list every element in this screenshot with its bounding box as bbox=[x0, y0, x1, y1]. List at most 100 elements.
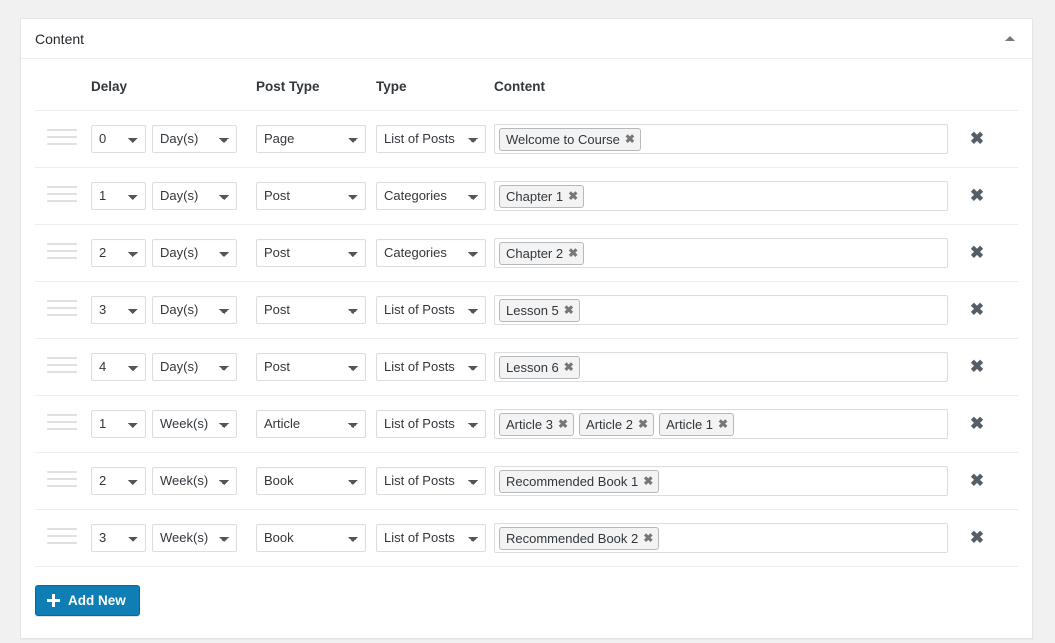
delay-value-select[interactable]: 01234 bbox=[91, 353, 146, 381]
content-tag: Lesson 6 ✖ bbox=[499, 355, 580, 379]
delay-value-select[interactable]: 01234 bbox=[91, 467, 146, 495]
post-type-select[interactable]: PagePostArticleBook bbox=[256, 467, 366, 495]
row-delete-cell: ✖ bbox=[966, 224, 1018, 282]
column-header-delay: Delay bbox=[91, 75, 256, 111]
type-select[interactable]: List of PostsCategories bbox=[376, 524, 486, 552]
delay-unit-select[interactable]: Day(s)Week(s) bbox=[152, 353, 237, 381]
drag-handle-icon[interactable] bbox=[47, 242, 77, 259]
caret-up-icon bbox=[1005, 36, 1015, 41]
drag-handle-icon[interactable] bbox=[47, 527, 77, 544]
delete-row-button[interactable]: ✖ bbox=[966, 415, 988, 432]
post-type-select[interactable]: PagePostArticleBook bbox=[256, 239, 366, 267]
type-cell: List of PostsCategories bbox=[376, 224, 494, 282]
row-handle-cell bbox=[35, 281, 91, 339]
content-tag: Article 2 ✖ bbox=[579, 412, 655, 436]
content-tag: Article 3 ✖ bbox=[499, 412, 575, 436]
content-tag: Recommended Book 2 ✖ bbox=[499, 526, 660, 550]
post-type-cell: PagePostArticleBook bbox=[256, 509, 376, 567]
remove-tag-icon[interactable]: ✖ bbox=[558, 418, 568, 430]
table-body: 01234Day(s)Week(s)PagePostArticleBookLis… bbox=[35, 110, 1018, 567]
content-tag-input[interactable]: Chapter 2 ✖ bbox=[494, 238, 948, 268]
delay-cell: 01234Day(s)Week(s) bbox=[91, 452, 256, 510]
remove-tag-icon[interactable]: ✖ bbox=[643, 475, 653, 487]
delete-row-button[interactable]: ✖ bbox=[966, 130, 988, 147]
delete-row-button[interactable]: ✖ bbox=[966, 244, 988, 261]
type-select[interactable]: List of PostsCategories bbox=[376, 125, 486, 153]
remove-tag-icon[interactable]: ✖ bbox=[568, 247, 578, 259]
remove-tag-icon[interactable]: ✖ bbox=[564, 361, 574, 373]
delay-value-select[interactable]: 01234 bbox=[91, 239, 146, 267]
content-tag-input[interactable]: Recommended Book 2 ✖ bbox=[494, 523, 948, 553]
content-tag: Chapter 1 ✖ bbox=[499, 184, 585, 208]
drag-handle-icon[interactable] bbox=[47, 470, 77, 487]
delay-value-select[interactable]: 01234 bbox=[91, 296, 146, 324]
post-type-select[interactable]: PagePostArticleBook bbox=[256, 125, 366, 153]
delay-unit-select[interactable]: Day(s)Week(s) bbox=[152, 296, 237, 324]
table-row: 01234Day(s)Week(s) PagePostArticleBook Lis… bbox=[35, 338, 1018, 396]
delay-unit-select[interactable]: Day(s)Week(s) bbox=[152, 182, 237, 210]
add-new-button[interactable]: Add New bbox=[35, 585, 140, 616]
post-type-select[interactable]: PagePostArticleBook bbox=[256, 296, 366, 324]
remove-tag-icon[interactable]: ✖ bbox=[643, 532, 653, 544]
content-tag-label: Article 3 bbox=[506, 416, 553, 432]
post-type-select[interactable]: PagePostArticleBook bbox=[256, 524, 366, 552]
delete-row-button[interactable]: ✖ bbox=[966, 529, 988, 546]
type-select[interactable]: List of PostsCategories bbox=[376, 182, 486, 210]
row-handle-cell bbox=[35, 224, 91, 282]
drag-handle-icon[interactable] bbox=[47, 128, 77, 145]
delete-row-button[interactable]: ✖ bbox=[966, 358, 988, 375]
type-select[interactable]: List of PostsCategories bbox=[376, 353, 486, 381]
post-type-select[interactable]: PagePostArticleBook bbox=[256, 410, 366, 438]
post-type-select[interactable]: PagePostArticleBook bbox=[256, 353, 366, 381]
delay-unit-select[interactable]: Day(s)Week(s) bbox=[152, 524, 237, 552]
delay-unit-select[interactable]: Day(s)Week(s) bbox=[152, 410, 237, 438]
table-row: 01234Day(s)Week(s) PagePostArticleBook Lis… bbox=[35, 281, 1018, 339]
delay-value-select[interactable]: 01234 bbox=[91, 410, 146, 438]
add-new-label: Add New bbox=[68, 593, 126, 608]
type-select[interactable]: List of PostsCategories bbox=[376, 467, 486, 495]
table-row: 01234Day(s)Week(s)PagePostArticleBookLis… bbox=[35, 110, 1018, 168]
type-select[interactable]: List of PostsCategories bbox=[376, 410, 486, 438]
column-header-content: Content bbox=[494, 75, 966, 111]
delay-cell: 01234Day(s)Week(s) bbox=[91, 509, 256, 567]
delay-unit-select[interactable]: Day(s)Week(s) bbox=[152, 467, 237, 495]
delete-row-button[interactable]: ✖ bbox=[966, 301, 988, 318]
delay-value-select[interactable]: 01234 bbox=[91, 182, 146, 210]
content-tag-input[interactable]: Lesson 5 ✖ bbox=[494, 295, 948, 325]
delay-value-select[interactable]: 01234 bbox=[91, 524, 146, 552]
remove-tag-icon[interactable]: ✖ bbox=[718, 418, 728, 430]
drag-handle-icon[interactable] bbox=[47, 185, 77, 202]
row-handle-cell bbox=[35, 509, 91, 567]
panel-collapse-toggle[interactable] bbox=[1000, 29, 1020, 49]
type-select[interactable]: List of PostsCategories bbox=[376, 296, 486, 324]
content-cell: Lesson 6 ✖ bbox=[494, 338, 966, 396]
post-type-select[interactable]: PagePostArticleBook bbox=[256, 182, 366, 210]
drag-handle-icon[interactable] bbox=[47, 356, 77, 373]
delay-cell: 01234Day(s)Week(s) bbox=[91, 110, 256, 168]
remove-tag-icon[interactable]: ✖ bbox=[625, 133, 635, 145]
row-delete-cell: ✖ bbox=[966, 167, 1018, 225]
drag-handle-icon[interactable] bbox=[47, 413, 77, 430]
plus-icon bbox=[47, 594, 60, 607]
table-row: 01234Day(s)Week(s) PagePostArticleBook Lis… bbox=[35, 224, 1018, 282]
table-row: 01234Day(s)Week(s)PagePostArticleBookLis… bbox=[35, 167, 1018, 225]
delete-row-button[interactable]: ✖ bbox=[966, 472, 988, 489]
delay-unit-select[interactable]: Day(s)Week(s) bbox=[152, 239, 237, 267]
type-cell: List of PostsCategories bbox=[376, 281, 494, 339]
delay-unit-select[interactable]: Day(s)Week(s) bbox=[152, 125, 237, 153]
content-tag-input[interactable]: Article 3 ✖ Article 2 ✖ Article 1 ✖ bbox=[494, 409, 948, 439]
delete-row-button[interactable]: ✖ bbox=[966, 187, 988, 204]
drag-handle-icon[interactable] bbox=[47, 299, 77, 316]
remove-tag-icon[interactable]: ✖ bbox=[638, 418, 648, 430]
remove-tag-icon[interactable]: ✖ bbox=[568, 190, 578, 202]
content-tag-input[interactable]: Recommended Book 1 ✖ bbox=[494, 466, 948, 496]
content-tag-input[interactable]: Chapter 1 ✖ bbox=[494, 181, 948, 211]
remove-tag-icon[interactable]: ✖ bbox=[564, 304, 574, 316]
type-select[interactable]: List of PostsCategories bbox=[376, 239, 486, 267]
delay-cell: 01234Day(s)Week(s) bbox=[91, 167, 256, 225]
delay-value-select[interactable]: 01234 bbox=[91, 125, 146, 153]
content-tag-input[interactable]: Welcome to Course ✖ bbox=[494, 124, 948, 154]
content-cell: Lesson 5 ✖ bbox=[494, 281, 966, 339]
content-tag: Welcome to Course ✖ bbox=[499, 127, 641, 151]
content-tag-input[interactable]: Lesson 6 ✖ bbox=[494, 352, 948, 382]
